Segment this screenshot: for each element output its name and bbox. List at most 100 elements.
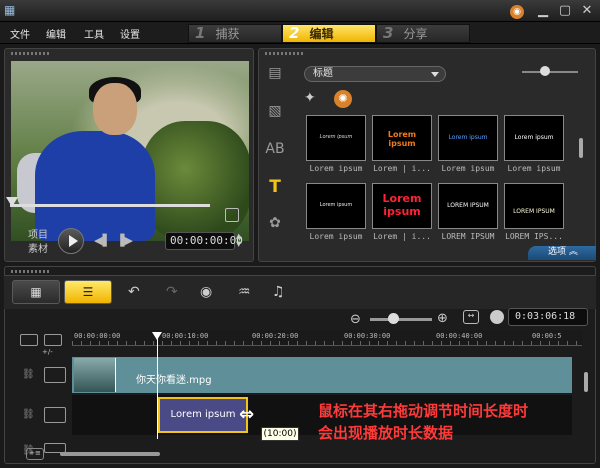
- title-preview-text: Lorem ipsum: [514, 134, 554, 141]
- thumb-size-slider[interactable]: [522, 71, 578, 73]
- timeline-zoom-handle[interactable]: [388, 313, 399, 324]
- title-thumbnail-caption: Lorem ipsum: [507, 164, 561, 173]
- timeline-ruler[interactable]: [72, 330, 582, 346]
- panel-grip[interactable]: [265, 52, 305, 55]
- scrub-bar[interactable]: [10, 204, 210, 207]
- project-duration: 0:03:06:18: [508, 308, 588, 326]
- record-capture-icon[interactable]: ◉: [200, 284, 212, 300]
- add-favorite-icon[interactable]: ✦: [304, 90, 316, 106]
- ruler-label: 00:00:20:00: [252, 332, 299, 340]
- settings-icon[interactable]: ✺: [334, 90, 352, 108]
- title-thumbnail-caption: Lorem | i...: [373, 232, 431, 241]
- add-track-button[interactable]: +≡: [26, 448, 44, 460]
- title-thumbnail-caption: LOREM IPS...: [505, 232, 563, 241]
- title-thumbnail[interactable]: Lorem ipsum: [306, 115, 366, 161]
- play-button[interactable]: [58, 228, 84, 254]
- prev-frame-icon[interactable]: ◀▌: [94, 234, 111, 247]
- title-preview-text: Lorem ipsum: [319, 202, 353, 208]
- zoom-in-icon[interactable]: ⊕: [437, 311, 448, 326]
- tab-share[interactable]: 3 分享: [376, 24, 470, 43]
- overlay-track-icon[interactable]: [44, 407, 66, 423]
- graphic-icon[interactable]: ✿: [264, 212, 286, 234]
- resize-cursor-icon: ⇔: [239, 404, 255, 425]
- video-track-icon[interactable]: [44, 367, 66, 383]
- app-logo-icon: ▦: [4, 3, 16, 17]
- sound-mixer-icon[interactable]: ♒: [238, 284, 251, 300]
- track-manager-icon[interactable]: [20, 334, 38, 346]
- menu-bar: 文件 编辑 工具 设置 1 捕获 2 编辑 3 分享: [0, 22, 600, 44]
- clock-icon: [490, 310, 504, 324]
- title-thumbnail-caption: Lorem ipsum: [309, 232, 363, 241]
- category-dropdown[interactable]: 标题: [304, 66, 446, 82]
- timecode-spinner-icon[interactable]: ▲ ▼: [236, 232, 241, 248]
- panel-grip[interactable]: [11, 270, 51, 273]
- preview-video: [11, 61, 249, 241]
- next-frame-icon[interactable]: ▐▶: [116, 234, 133, 247]
- fit-project-icon[interactable]: ↔: [463, 310, 479, 324]
- duration-tooltip: (10:00): [261, 427, 299, 441]
- video-clip-thumbnail[interactable]: [74, 358, 116, 392]
- menu-tools[interactable]: 工具: [84, 26, 104, 41]
- title-thumbnail[interactable]: LOREM IPSUM: [504, 183, 564, 229]
- brand-logo-icon: ◉: [508, 2, 526, 20]
- ruler-label: 00:00:00:00: [74, 332, 121, 340]
- close-icon[interactable]: ✕: [578, 2, 596, 20]
- video-track-header: ⛓: [4, 357, 70, 393]
- menu-settings[interactable]: 设置: [120, 26, 140, 41]
- chevron-down-icon: [431, 72, 439, 77]
- menu-file[interactable]: 文件: [10, 26, 30, 41]
- library-scrollbar[interactable]: [579, 138, 583, 158]
- auto-music-icon[interactable]: ♫: [272, 284, 285, 300]
- timeline-horizontal-scrollbar[interactable]: [60, 452, 160, 456]
- title-icon[interactable]: T: [264, 176, 286, 198]
- media-icon[interactable]: ▤: [264, 62, 286, 84]
- title-thumbnail[interactable]: LOREM IPSUM: [438, 183, 498, 229]
- title-thumbnail[interactable]: Lorem ipsum: [504, 115, 564, 161]
- tab-edit[interactable]: 2 编辑: [282, 24, 376, 43]
- ruler-label: 00:00:5: [532, 332, 562, 340]
- mode-clip-label[interactable]: 素材: [28, 240, 48, 255]
- chapter-list-icon[interactable]: [44, 334, 62, 346]
- title-preview-text: Lorem ipsum: [319, 134, 353, 140]
- storyboard-view-button[interactable]: ▦: [12, 280, 60, 304]
- ruler-label: 00:00:30:00: [344, 332, 391, 340]
- maximize-icon[interactable]: ▢: [556, 2, 574, 20]
- playhead-line: [157, 334, 158, 439]
- minimize-icon[interactable]: ▁: [534, 2, 552, 20]
- track-add-remove[interactable]: +/-: [42, 348, 53, 356]
- title-clip[interactable]: Lorem ipsum: [158, 397, 248, 433]
- thumb-size-handle[interactable]: [540, 66, 550, 76]
- title-thumbnail-caption: Lorem ipsum: [441, 164, 495, 173]
- title-preview-text: LOREM IPSUM: [513, 208, 555, 215]
- options-button[interactable]: 选项 ︽: [528, 246, 596, 260]
- undo-icon[interactable]: ↶: [128, 284, 140, 300]
- mode-project-label[interactable]: 项目: [28, 226, 48, 241]
- timeline-zoom-slider[interactable]: [370, 318, 432, 321]
- timeline-view-button[interactable]: ☰: [64, 280, 112, 304]
- title-thumbnail-caption: Lorem | i...: [373, 164, 431, 173]
- timeline-vertical-scrollbar[interactable]: [584, 372, 588, 392]
- title-thumbnail[interactable]: Lorem ipsum: [372, 183, 432, 229]
- fullscreen-icon[interactable]: [225, 208, 239, 222]
- panel-grip[interactable]: [11, 52, 51, 55]
- overlay-track-lock-icon[interactable]: ⛓: [22, 409, 35, 420]
- zoom-out-icon[interactable]: ⊖: [350, 312, 361, 327]
- title-thumbnail[interactable]: Lorem ipsum: [438, 115, 498, 161]
- ruler-label: 00:00:40:00: [436, 332, 483, 340]
- title-thumbnail[interactable]: Lorem ipsum: [372, 115, 432, 161]
- playhead-handle[interactable]: [152, 332, 162, 340]
- title-preview-text: Lorem ipsum: [448, 134, 488, 141]
- timeline-toolbar: ▦ ☰ ↶ ↷ ◉ ♒ ♫: [4, 275, 596, 309]
- title-thumbnail-caption: Lorem ipsum: [309, 164, 363, 173]
- title-thumbnail[interactable]: Lorem ipsum: [306, 183, 366, 229]
- transition-icon[interactable]: ▧: [264, 100, 286, 122]
- menu-edit[interactable]: 编辑: [46, 26, 66, 41]
- overlay-track-header: ⛓: [4, 397, 70, 433]
- video-track-lock-icon[interactable]: ⛓: [22, 369, 35, 380]
- video-clip-name: 你天你看迷.mpg: [136, 375, 212, 386]
- timecode-field[interactable]: 00:00:00:00: [165, 232, 243, 250]
- filter-icon[interactable]: AB: [264, 138, 286, 160]
- redo-icon[interactable]: ↷: [166, 284, 178, 300]
- tab-capture[interactable]: 1 捕获: [188, 24, 282, 43]
- scrub-handle[interactable]: [6, 197, 18, 207]
